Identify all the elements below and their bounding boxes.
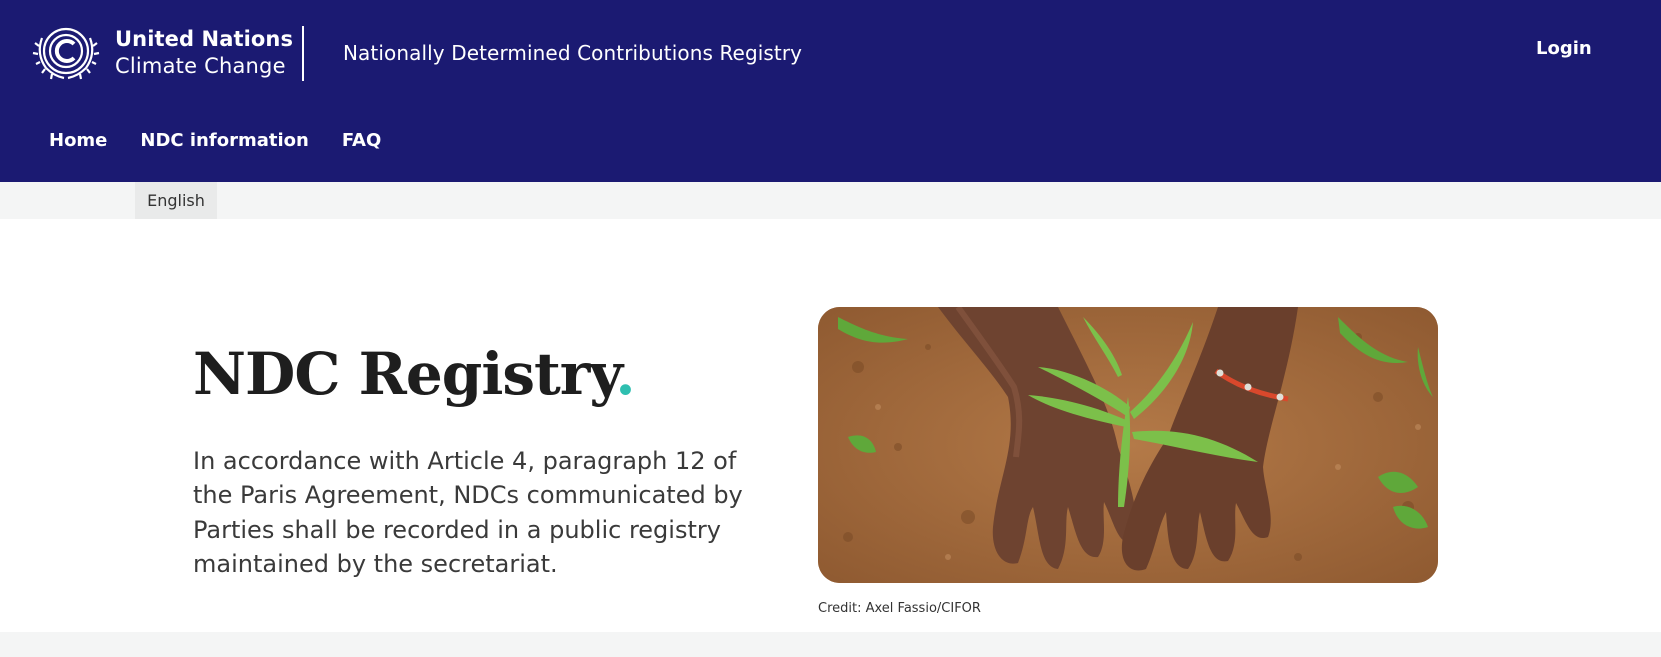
image-credit: Credit: Axel Fassio/CIFOR — [818, 601, 981, 616]
hero-description: In accordance with Article 4, paragraph … — [193, 447, 743, 578]
un-climate-change-emblem-icon[interactable] — [30, 24, 102, 82]
site-title[interactable]: Nationally Determined Contributions Regi… — [343, 40, 802, 66]
nav-item-faq[interactable]: FAQ — [342, 130, 381, 152]
main-nav: Home NDC information FAQ — [49, 130, 381, 152]
hands-planting-seedling-image — [818, 307, 1438, 583]
language-selector[interactable]: English — [135, 182, 217, 219]
org-name[interactable]: United Nations Climate Change — [115, 26, 293, 80]
nav-item-ndc-information[interactable]: NDC information — [140, 130, 308, 152]
language-bar: English — [0, 182, 1661, 219]
page-title: NDC Registry. — [193, 338, 636, 410]
header-divider — [302, 26, 304, 81]
site-header: United Nations Climate Change Nationally… — [0, 0, 1661, 182]
nav-item-home[interactable]: Home — [49, 130, 107, 152]
page-title-text: NDC Registry — [193, 340, 616, 408]
org-name-line1: United Nations — [115, 27, 294, 51]
page-title-dot: . — [615, 340, 635, 408]
org-name-line2: Climate Change — [115, 54, 286, 78]
login-link[interactable]: Login — [1536, 38, 1592, 59]
hero-image — [818, 307, 1438, 583]
footer-strip — [0, 632, 1661, 657]
